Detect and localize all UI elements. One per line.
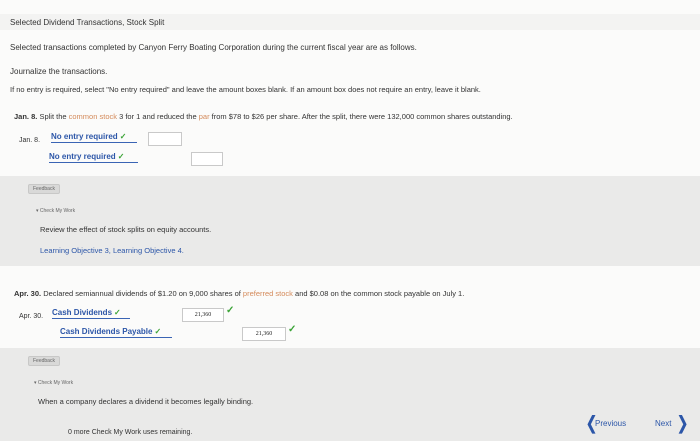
apr30-row-date: Apr. 30.	[19, 313, 44, 320]
check-icon: ✓	[226, 305, 235, 316]
apr30-check-my-work-label[interactable]: ▾ Check My Work	[34, 380, 73, 386]
check-icon: ✓	[117, 152, 125, 161]
jan8-account-select-2[interactable]: No entry required ✓	[49, 151, 138, 163]
apr30-feedback-tab[interactable]: Feedback	[28, 356, 60, 366]
common-stock-term[interactable]: common stock	[69, 112, 117, 121]
jan8-description: Jan. 8. Split the common stock 3 for 1 a…	[14, 112, 513, 121]
jan8-feedback-text: Review the effect of stock splits on equ…	[40, 225, 212, 234]
intro-text: Selected transactions completed by Canyo…	[10, 43, 417, 52]
par-term[interactable]: par	[199, 112, 210, 121]
learning-objective-link[interactable]: Learning Objective 3, Learning Objective…	[40, 246, 184, 255]
check-icon: ✓	[114, 308, 121, 317]
remaining-uses-text: 0 more Check My Work uses remaining.	[68, 429, 193, 436]
page-title: Selected Dividend Transactions, Stock Sp…	[10, 18, 165, 27]
preferred-stock-term[interactable]: preferred stock	[243, 289, 293, 298]
check-icon: ✓	[154, 327, 162, 336]
check-icon: ✓	[288, 324, 297, 335]
jan8-feedback-tab[interactable]: Feedback	[28, 184, 60, 194]
apr30-text-b: and $0.08 on the common stock payable on…	[292, 289, 465, 298]
apr30-debit-input[interactable]: 21,360	[182, 308, 224, 322]
apr30-feedback-text: When a company declares a dividend it be…	[38, 397, 254, 406]
jan8-date: Jan. 8.	[14, 112, 38, 121]
check-icon: ✓	[119, 132, 127, 141]
chevron-right-icon: ❭	[675, 413, 691, 433]
rule-text: If no entry is required, select "No entr…	[10, 85, 481, 94]
jan8-row-date: Jan. 8.	[19, 137, 41, 144]
jan8-debit-input[interactable]	[148, 132, 182, 146]
apr30-account-select-2[interactable]: Cash Dividends Payable ✓	[60, 326, 172, 338]
apr30-credit-input[interactable]: 21,360	[242, 327, 286, 341]
jan8-account-select-1[interactable]: No entry required ✓	[51, 131, 137, 143]
apr30-description: Apr. 30. Declared semiannual dividends o…	[14, 289, 464, 298]
jan8-check-my-work-label[interactable]: ▾ Check My Work	[36, 208, 75, 214]
jan8-credit-input[interactable]	[191, 152, 223, 166]
jan8-text-c: from $78 to $26 per share. After the spl…	[209, 112, 513, 121]
apr30-account-select-1[interactable]: Cash Dividends ✓	[52, 307, 130, 319]
jan8-text-b: 3 for 1 and reduced the	[117, 112, 199, 121]
jan8-text-a: Split the	[37, 112, 69, 121]
task-text: Journalize the transactions.	[10, 67, 108, 76]
apr30-text-a: Declared semiannual dividends of $1.20 o…	[41, 289, 243, 298]
apr30-date: Apr. 30.	[14, 289, 42, 298]
